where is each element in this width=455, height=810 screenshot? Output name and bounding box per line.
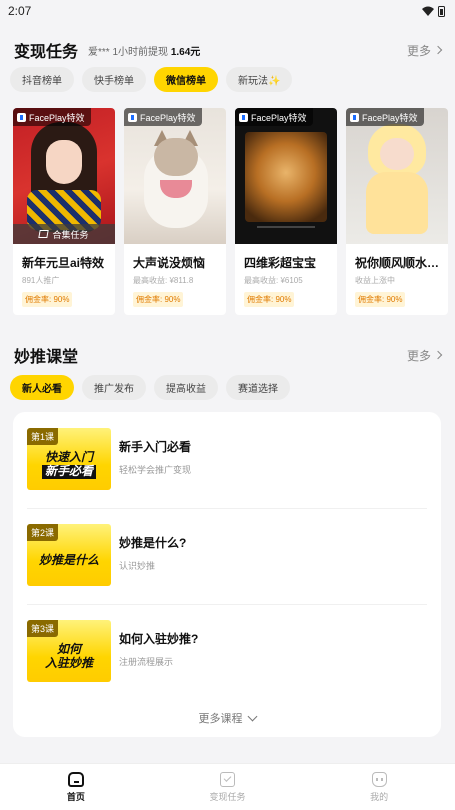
- lesson-number: 第3课: [27, 620, 59, 637]
- card-thumbnail: FacePlay特效: [235, 108, 337, 244]
- chevron-right-icon: [433, 350, 443, 360]
- divider: [27, 508, 427, 509]
- lesson-cover-text: 如何 入驻妙推: [44, 642, 93, 670]
- card-subtitle: 收益上涨中: [355, 276, 395, 285]
- task-card[interactable]: FacePlay特效 祝你顺风顺水… 收益上涨中 佣金率: 90%: [346, 108, 448, 315]
- divider: [27, 604, 427, 605]
- nav-profile[interactable]: 我的: [339, 771, 419, 803]
- section-title-monetize: 变现任务: [14, 44, 79, 61]
- lesson-panel: 第1课 快速入门 新手必看 新手入门必看 轻松学会推广变现 第2课 妙推是什么 …: [13, 412, 441, 737]
- wifi-icon: [422, 6, 434, 16]
- card-title: 四维彩超宝宝: [244, 256, 317, 270]
- card-subtitle: 最高收益: ¥6105: [244, 276, 303, 285]
- lesson-item[interactable]: 第3课 如何 入驻妙推 如何入驻妙推? 注册流程展示: [27, 620, 427, 682]
- task-card[interactable]: FacePlay特效 四维彩超宝宝 最高收益: ¥6105 佣金率: 90%: [235, 108, 337, 315]
- lesson-subtitle: 轻松学会推广变现: [119, 465, 192, 475]
- lesson-subtitle: 注册流程展示: [119, 657, 174, 667]
- faceplay-logo-icon: [17, 112, 26, 122]
- faceplay-logo-icon: [128, 112, 137, 122]
- lesson-thumbnail: 第3课 如何 入驻妙推: [27, 620, 111, 682]
- tab-increase-income[interactable]: 提高收益: [154, 375, 218, 400]
- classroom-more-link[interactable]: 更多: [407, 347, 443, 364]
- faceplay-badge: FacePlay特效: [13, 108, 91, 126]
- commission-badge: 佣金率: 90%: [22, 292, 73, 307]
- monetize-header: 变现任务 爱*** 1小时前提现 1.64元 更多: [14, 38, 443, 62]
- commission-badge: 佣金率: 90%: [133, 292, 184, 307]
- card-thumbnail: FacePlay特效: [346, 108, 448, 244]
- card-title: 大声说没烦恼: [133, 256, 206, 270]
- faceplay-badge: FacePlay特效: [235, 108, 313, 126]
- lesson-cover-text: 妙推是什么: [38, 553, 99, 568]
- tab-douyin-list[interactable]: 抖音榜单: [10, 67, 74, 92]
- lesson-thumbnail: 第2课 妙推是什么: [27, 524, 111, 586]
- tab-new-play[interactable]: 新玩法✨: [226, 67, 293, 92]
- withdraw-ticker: 爱*** 1小时前提现 1.64元: [88, 46, 201, 58]
- classroom-tabs: 新人必看 推广发布 提高收益 赛道选择: [10, 375, 290, 400]
- tab-promote-publish[interactable]: 推广发布: [82, 375, 146, 400]
- lesson-title: 如何入驻妙推?: [119, 632, 199, 646]
- profile-icon: [371, 771, 387, 787]
- nav-tasks[interactable]: 变现任务: [187, 771, 267, 803]
- task-card[interactable]: FacePlay特效 大声说没烦恼 最高收益: ¥811.8 佣金率: 90%: [124, 108, 226, 315]
- chevron-right-icon: [433, 45, 443, 55]
- faceplay-logo-icon: [239, 112, 248, 122]
- card-subtitle: 最高收益: ¥811.8: [133, 276, 194, 285]
- card-thumbnail: FacePlay特效: [124, 108, 226, 244]
- card-subtitle: 891人推广: [22, 276, 60, 285]
- lesson-number: 第1课: [27, 428, 59, 445]
- home-icon: [67, 771, 84, 787]
- tab-wechat-list[interactable]: 微信榜单: [154, 67, 218, 92]
- commission-badge: 佣金率: 90%: [355, 292, 406, 307]
- faceplay-logo-icon: [350, 112, 359, 122]
- tab-newbie-must-see[interactable]: 新人必看: [10, 375, 74, 400]
- status-bar: 2:07: [0, 0, 455, 22]
- monetize-tabs: 抖音榜单 快手榜单 微信榜单 新玩法✨: [10, 67, 293, 92]
- lesson-item[interactable]: 第1课 快速入门 新手必看 新手入门必看 轻松学会推广变现: [27, 428, 427, 490]
- card-thumbnail: FacePlay特效 合集任务: [13, 108, 115, 244]
- task-card[interactable]: FacePlay特效 合集任务 新年元旦ai特效 891人推广 佣金率: 90%: [13, 108, 115, 315]
- nav-home[interactable]: 首页: [36, 771, 116, 803]
- lesson-title: 新手入门必看: [119, 440, 192, 454]
- lesson-title: 妙推是什么?: [119, 536, 187, 550]
- tab-kuaishou-list[interactable]: 快手榜单: [82, 67, 146, 92]
- bottom-nav: 首页 变现任务 我的: [0, 763, 455, 810]
- more-courses-button[interactable]: 更多课程: [13, 710, 441, 726]
- faceplay-badge: FacePlay特效: [124, 108, 202, 126]
- status-time: 2:07: [8, 4, 32, 18]
- battery-icon: [438, 5, 445, 17]
- lesson-thumbnail: 第1课 快速入门 新手必看: [27, 428, 111, 490]
- commission-badge: 佣金率: 90%: [244, 292, 295, 307]
- collection-tag: 合集任务: [13, 224, 115, 244]
- section-title-classroom: 妙推课堂: [14, 349, 79, 366]
- lesson-number: 第2课: [27, 524, 59, 541]
- chevron-down-icon: [247, 711, 257, 721]
- layers-icon: [38, 230, 50, 238]
- status-icons: [422, 5, 445, 17]
- monetize-more-link[interactable]: 更多: [407, 42, 443, 59]
- task-icon: [219, 771, 235, 787]
- lesson-cover-text: 快速入门 新手必看: [31, 446, 107, 484]
- card-title: 祝你顺风顺水…: [355, 256, 440, 270]
- task-cards: FacePlay特效 合集任务 新年元旦ai特效 891人推广 佣金率: 90%…: [13, 108, 455, 315]
- lesson-subtitle: 认识妙推: [119, 561, 156, 571]
- card-title: 新年元旦ai特效: [22, 256, 105, 270]
- faceplay-badge: FacePlay特效: [346, 108, 424, 126]
- lesson-item[interactable]: 第2课 妙推是什么 妙推是什么? 认识妙推: [27, 524, 427, 586]
- classroom-header: 妙推课堂 更多: [14, 343, 443, 367]
- tab-track-selection[interactable]: 赛道选择: [226, 375, 290, 400]
